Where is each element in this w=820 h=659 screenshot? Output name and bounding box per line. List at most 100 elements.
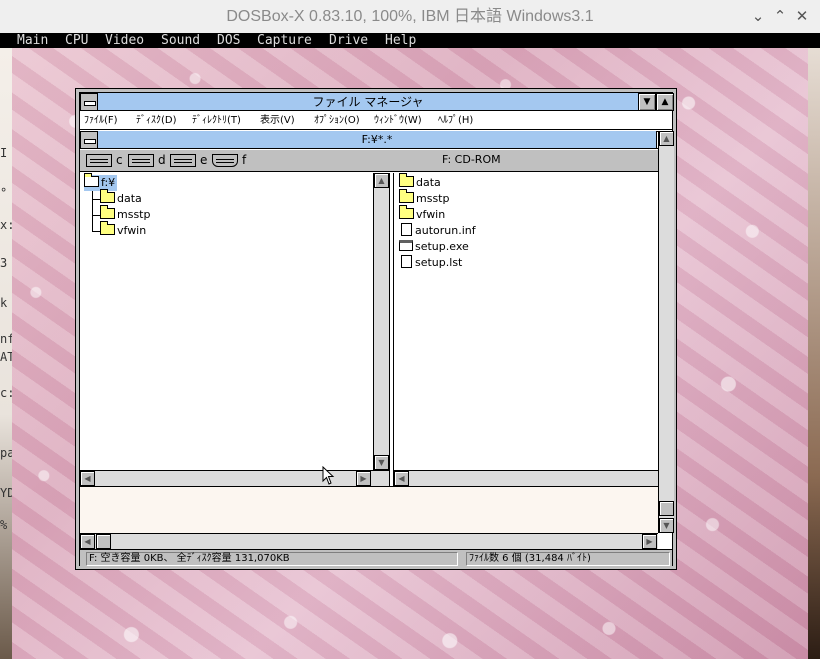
minimize-button[interactable]: ⌄ xyxy=(746,0,770,33)
pane-splitter[interactable] xyxy=(390,173,394,486)
file-name: autorun.inf xyxy=(415,224,476,237)
file-item-setup-exe[interactable]: setup.exe xyxy=(399,239,469,255)
bg-text: AT xyxy=(0,350,12,364)
scroll-right-arrow-icon[interactable]: ▶ xyxy=(642,534,657,549)
file-name: setup.lst xyxy=(415,256,463,269)
document-icon xyxy=(401,223,412,236)
menu-view[interactable]: 表示(V) xyxy=(260,113,295,129)
file-list-pane[interactable]: data msstp vfwin autorun.inf setup.exe s… xyxy=(394,173,658,486)
file-manager-menu-bar: ﾌｧｲﾙ(F) ﾃﾞｨｽｸ(D) ﾃﾞｨﾚｸﾄﾘ(T) 表示(V) ｵﾌﾟｼｮﾝ… xyxy=(80,112,672,130)
folder-icon xyxy=(399,205,414,219)
bg-text: nf xyxy=(0,332,12,346)
bg-text: YD xyxy=(0,486,12,500)
file-name: setup.exe xyxy=(415,240,469,253)
menu-sound[interactable]: Sound xyxy=(161,33,200,48)
tree-item-vfwin[interactable]: vfwin xyxy=(100,221,147,239)
open-folder-icon xyxy=(84,173,99,187)
menu-drive[interactable]: Drive xyxy=(329,33,368,48)
folder-icon xyxy=(399,173,414,187)
menu-options[interactable]: ｵﾌﾟｼｮﾝ(O) xyxy=(314,113,360,129)
drive-letter: e xyxy=(200,153,208,167)
menu-help[interactable]: ﾍﾙﾌﾟ(H) xyxy=(438,113,473,129)
tree-line xyxy=(92,215,100,216)
scroll-left-arrow-icon[interactable]: ◀ xyxy=(394,471,409,486)
tree-item-label: vfwin xyxy=(117,224,147,237)
background-terminal-strip: I ° x: 3 k nf AT c: pa YD % xyxy=(0,48,12,659)
folder-icon xyxy=(100,205,115,219)
file-name: data xyxy=(416,176,441,189)
drive-letter: d xyxy=(158,153,166,167)
dosbox-window-title: DOSBox-X 0.83.10, 100%, IBM 日本語 Windows3… xyxy=(226,8,594,25)
application-icon xyxy=(399,240,413,251)
scroll-up-arrow-icon[interactable]: ▲ xyxy=(374,173,389,188)
current-drive-label: F: CD-ROM xyxy=(442,153,501,166)
drive-bar: c d e f F: CD-ROM xyxy=(80,150,658,172)
close-button[interactable]: ✕ xyxy=(790,0,814,33)
menu-directory[interactable]: ﾃﾞｨﾚｸﾄﾘ(T) xyxy=(192,113,241,129)
drive-letter: f xyxy=(242,153,247,167)
background-edge xyxy=(808,48,820,659)
menu-video[interactable]: Video xyxy=(105,33,144,48)
tree-item-label: data xyxy=(117,192,142,205)
menu-file[interactable]: ﾌｧｲﾙ(F) xyxy=(84,113,118,129)
scroll-thumb[interactable] xyxy=(96,534,111,549)
mdi-vertical-scrollbar[interactable]: ▲ ▼ xyxy=(658,131,674,533)
bg-text: pa xyxy=(0,446,12,460)
bg-text: x: xyxy=(0,218,12,232)
directory-window-title: F:¥*.* xyxy=(361,133,393,146)
bg-text: ° xyxy=(0,186,8,200)
directory-window-title-bar[interactable]: F:¥*.* xyxy=(98,131,656,149)
menu-capture[interactable]: Capture xyxy=(257,33,312,48)
scroll-right-arrow-icon[interactable]: ▶ xyxy=(356,471,371,486)
scroll-up-arrow-icon[interactable]: ▲ xyxy=(659,131,674,146)
file-manager-client: ファイル マネージャ ▼ ▲ ﾌｧｲﾙ(F) ﾃﾞｨｽｸ(D) ﾃﾞｨﾚｸﾄﾘ(… xyxy=(79,92,674,567)
status-bar: F: 空き容量 0KB、 全ﾃﾞｨｽｸ容量 131,070KB ﾌｧｲﾙ数 6 … xyxy=(80,549,672,567)
status-disk-space: F: 空き容量 0KB、 全ﾃﾞｨｽｸ容量 131,070KB xyxy=(86,552,458,566)
bg-text: c: xyxy=(0,386,12,400)
system-menu-button[interactable] xyxy=(80,93,98,111)
file-manager-title-bar[interactable]: ファイル マネージャ xyxy=(98,93,638,111)
tree-line xyxy=(92,199,100,200)
folder-icon xyxy=(100,221,115,235)
mouse-cursor-icon xyxy=(322,466,335,485)
file-item-setup-lst[interactable]: setup.lst xyxy=(399,255,462,271)
directory-tree-pane[interactable]: f:¥ data msstp vfwin ▲ ▼ ◀ ▶ xyxy=(80,173,390,486)
file-manager-window: ファイル マネージャ ▼ ▲ ﾌｧｲﾙ(F) ﾃﾞｨｽｸ(D) ﾃﾞｨﾚｸﾄﾘ(… xyxy=(75,88,677,570)
document-icon xyxy=(401,255,412,268)
menu-main[interactable]: Main xyxy=(17,33,48,48)
drive-icon xyxy=(170,154,196,167)
scroll-left-arrow-icon[interactable]: ◀ xyxy=(80,471,95,486)
mdi-workspace xyxy=(80,486,658,533)
file-list-horizontal-scrollbar[interactable]: ◀ xyxy=(394,470,658,486)
bg-text: k xyxy=(0,296,8,310)
scroll-left-arrow-icon[interactable]: ◀ xyxy=(80,534,95,549)
tree-line xyxy=(92,231,100,232)
tree-vertical-scrollbar[interactable]: ▲ ▼ xyxy=(373,173,389,470)
dosbox-menu-bar: Main CPU Video Sound DOS Capture Drive H… xyxy=(0,33,820,48)
mdi-horizontal-scrollbar[interactable]: ◀ ▶ xyxy=(80,533,658,549)
file-item-autorun[interactable]: autorun.inf xyxy=(399,223,476,239)
dosbox-title-bar: DOSBox-X 0.83.10, 100%, IBM 日本語 Windows3… xyxy=(0,0,820,33)
tree-line xyxy=(92,191,93,232)
minimize-triangle-icon[interactable]: ▼ xyxy=(638,93,656,111)
scroll-down-arrow-icon[interactable]: ▼ xyxy=(659,518,674,533)
drive-icon xyxy=(128,154,154,167)
file-manager-title: ファイル マネージャ xyxy=(312,95,424,109)
bg-text: % xyxy=(0,518,8,532)
drive-letter: c xyxy=(116,153,123,167)
tree-horizontal-scrollbar[interactable]: ◀ ▶ xyxy=(80,470,389,486)
folder-icon xyxy=(100,189,115,203)
file-name: msstp xyxy=(416,192,450,205)
scroll-down-arrow-icon[interactable]: ▼ xyxy=(374,455,389,470)
file-name: vfwin xyxy=(416,208,446,221)
file-item-vfwin[interactable]: vfwin xyxy=(399,205,446,223)
scroll-thumb[interactable] xyxy=(659,501,674,516)
menu-dos[interactable]: DOS xyxy=(217,33,240,48)
menu-cpu[interactable]: CPU xyxy=(65,33,88,48)
maximize-triangle-icon[interactable]: ▲ xyxy=(656,93,674,111)
child-system-menu-button[interactable] xyxy=(80,131,98,149)
maximize-button[interactable]: ⌃ xyxy=(768,0,792,33)
menu-window[interactable]: ｳｨﾝﾄﾞｳ(W) xyxy=(374,113,422,129)
menu-disk[interactable]: ﾃﾞｨｽｸ(D) xyxy=(136,113,177,129)
menu-help[interactable]: Help xyxy=(385,33,416,48)
